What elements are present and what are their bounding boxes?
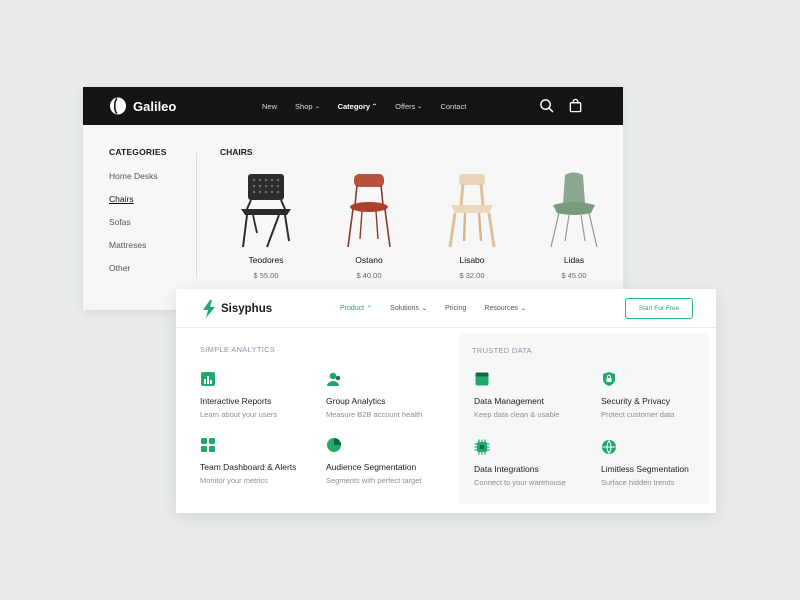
search-icon[interactable]	[539, 98, 554, 113]
feature-description: Surface hidden trends	[601, 478, 675, 487]
pie-chart-icon	[327, 438, 341, 452]
product-price: $ 32.00	[459, 271, 485, 280]
feature-data-management[interactable]: Data Management Keep data clean & usable	[474, 371, 604, 419]
product-name: Lisabo	[459, 255, 485, 265]
feature-interactive-reports[interactable]: Interactive Reports Learn about your use…	[200, 371, 330, 419]
feature-title: Team Dashboard & Alerts	[200, 462, 297, 472]
feature-description: Measure B2B account health	[326, 410, 423, 419]
galileo-logo-icon	[110, 97, 126, 115]
nav-pricing[interactable]: Pricing	[445, 305, 466, 312]
category-mattreses[interactable]: Mattreses	[109, 240, 158, 251]
feature-description: Monitor your metrics	[200, 476, 268, 485]
category-list: Home Desks Chairs Sofas Mattreses Other	[109, 171, 158, 286]
chairs-heading: CHAIRS	[220, 147, 253, 157]
feature-title: Interactive Reports	[200, 396, 272, 406]
chip-icon	[474, 439, 490, 455]
nav-product[interactable]: Product ⌃	[340, 305, 373, 312]
nav-solutions[interactable]: Solutions ⌄	[390, 305, 428, 312]
lightning-logo-icon	[203, 300, 215, 318]
start-for-free-button[interactable]: Start For Free	[625, 298, 693, 319]
shopping-bag-icon[interactable]	[568, 98, 583, 113]
nav-category[interactable]: Category ⌃	[338, 102, 378, 111]
sisyphus-navbar: Sisyphus Product ⌃ Solutions ⌄ Pricing Res…	[176, 289, 716, 328]
nav-offers[interactable]: Offers ⌄	[395, 102, 424, 111]
trusted-data-heading: TRUSTED DATA	[472, 346, 532, 355]
feature-team-dashboard[interactable]: Team Dashboard & Alerts Monitor your met…	[200, 437, 330, 485]
feature-description: Connect to your warehouse	[474, 478, 566, 487]
chevron-down-icon: ⌄	[421, 305, 428, 312]
sisyphus-logo[interactable]: Sisyphus	[202, 300, 272, 318]
grid-icon	[201, 438, 215, 452]
product-price: $ 45.00	[561, 271, 587, 280]
feature-description: Protect customer data	[601, 410, 675, 419]
chevron-up-icon: ⌃	[371, 103, 378, 110]
chair-teodores-image	[241, 174, 291, 248]
product-card-lidas[interactable]: Lidas $ 45.00	[524, 171, 624, 280]
feature-title: Security & Privacy	[601, 396, 670, 406]
users-icon	[327, 372, 341, 386]
product-price: $ 55.00	[253, 271, 279, 280]
feature-title: Group Analytics	[326, 396, 386, 406]
chevron-up-icon: ⌃	[366, 305, 373, 312]
galileo-brand: Galileo	[133, 98, 177, 114]
simple-analytics-heading: SIMPLE ANALYTICS	[200, 345, 276, 354]
feature-data-integrations[interactable]: Data Integrations Connect to your wareho…	[474, 439, 604, 487]
sisyphus-brand: Sisyphus	[221, 303, 273, 315]
chair-ostano-image	[347, 174, 391, 248]
feature-title: Data Integrations	[474, 464, 539, 474]
bar-chart-icon	[201, 372, 215, 386]
feature-audience-segmentation[interactable]: Audience Segmentation Segments with perf…	[326, 437, 456, 485]
archive-icon	[475, 372, 489, 386]
product-name: Teodores	[248, 255, 284, 265]
nav-contact[interactable]: Contact	[440, 102, 466, 111]
category-chairs[interactable]: Chairs	[109, 194, 158, 205]
product-price: $ 40.00	[356, 271, 382, 280]
sisyphus-menu: Product ⌃ Solutions ⌄ Pricing Resources ⌄	[340, 289, 544, 327]
nav-resources[interactable]: Resources ⌄	[484, 305, 526, 312]
product-name: Lidas	[563, 255, 585, 265]
shield-icon	[603, 372, 615, 386]
divider	[196, 153, 197, 278]
product-card-teodores[interactable]: Teodores $ 55.00	[216, 171, 316, 280]
product-name: Ostano	[355, 255, 383, 265]
galileo-navbar: Galileo New Shop ⌄ Category ⌃ Offers ⌄ Cont…	[83, 87, 623, 125]
feature-description: Keep data clean & usable	[474, 410, 560, 419]
categories-heading: CATEGORIES	[109, 147, 167, 157]
feature-description: Learn about your users	[200, 410, 278, 419]
feature-security-privacy[interactable]: Security & Privacy Protect customer data	[601, 371, 731, 419]
galileo-logo[interactable]: Galileo	[109, 97, 176, 115]
product-card-lisabo[interactable]: Lisabo $ 32.00	[422, 171, 522, 280]
feature-description: Segments with perfect target	[326, 476, 422, 485]
feature-title: Limitless Segmentation	[601, 464, 689, 474]
globe-icon	[602, 440, 616, 454]
galileo-menu: New Shop ⌄ Category ⌃ Offers ⌄ Contact	[262, 87, 484, 125]
chair-lisabo-image	[448, 174, 496, 248]
feature-title: Data Management	[474, 396, 544, 406]
feature-title: Audience Segmentation	[326, 462, 417, 472]
feature-limitless-segmentation[interactable]: Limitless Segmentation Surface hidden tr…	[601, 439, 731, 487]
sisyphus-panel: Sisyphus Product ⌃ Solutions ⌄ Pricing Res…	[176, 289, 716, 513]
nav-shop[interactable]: Shop ⌄	[295, 102, 320, 111]
chevron-down-icon: ⌄	[416, 103, 424, 110]
chair-lidas-image	[550, 172, 598, 248]
nav-new[interactable]: New	[262, 102, 277, 111]
category-other[interactable]: Other	[109, 263, 158, 274]
feature-group-analytics[interactable]: Group Analytics Measure B2B account heal…	[326, 371, 456, 419]
product-card-ostano[interactable]: Ostano $ 40.00	[319, 171, 419, 280]
chevron-down-icon: ⌄	[313, 103, 321, 110]
chevron-down-icon: ⌄	[520, 305, 527, 312]
category-sofas[interactable]: Sofas	[109, 217, 158, 228]
galileo-panel: Galileo New Shop ⌄ Category ⌃ Offers ⌄ Cont…	[83, 87, 623, 310]
category-home-desks[interactable]: Home Desks	[109, 171, 158, 182]
